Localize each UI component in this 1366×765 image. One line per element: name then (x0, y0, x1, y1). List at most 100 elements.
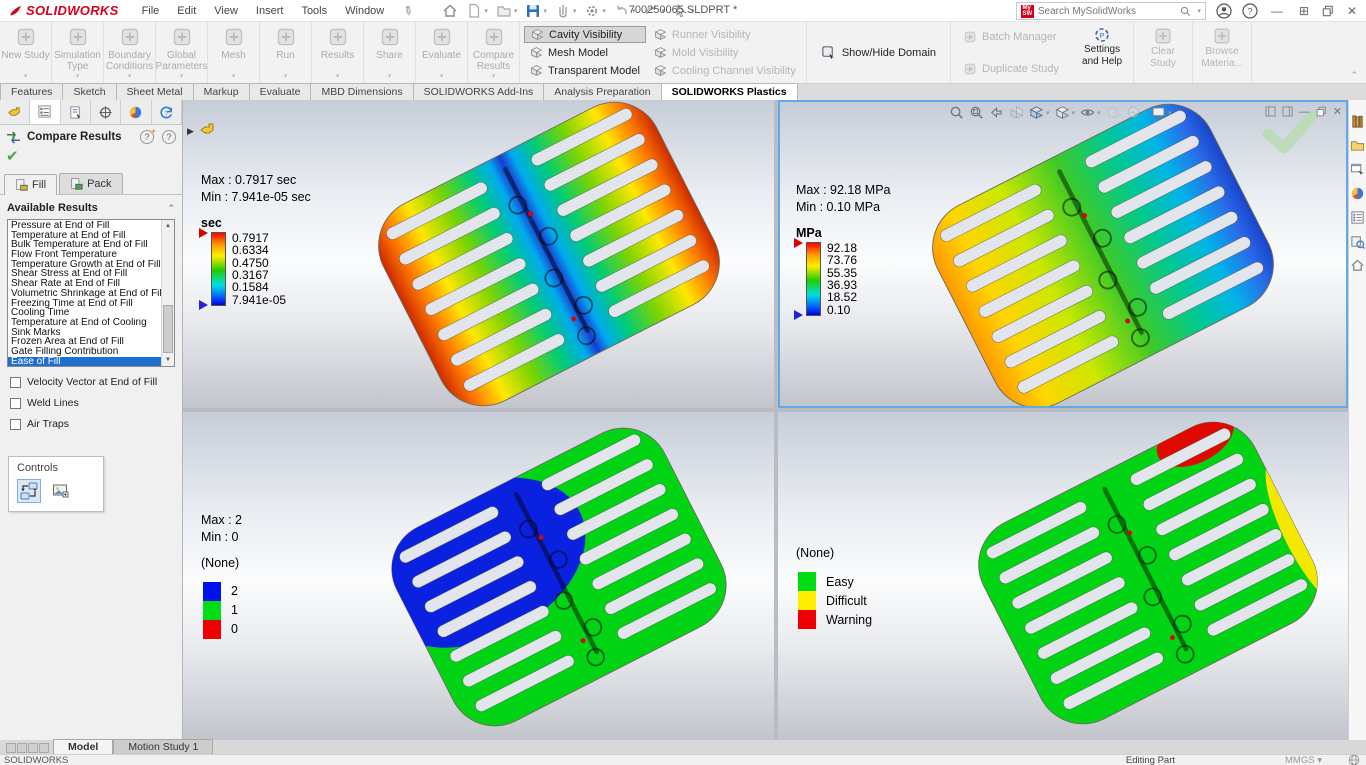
home-tab[interactable] (1350, 258, 1365, 273)
split-button[interactable] (28, 743, 38, 753)
hide-show-items-button[interactable]: ▾ (1079, 104, 1102, 121)
tab-solidworks-add-ins[interactable]: SOLIDWORKS Add-Ins (413, 83, 545, 100)
menu-tools[interactable]: Tools (292, 2, 336, 20)
globe-icon[interactable] (1348, 754, 1360, 765)
list-scrollbar[interactable]: ▲ ▼ (161, 220, 174, 366)
show-hide-domain-button[interactable]: Show/Hide Domain (807, 22, 951, 83)
scroll-down-arrow[interactable]: ▼ (162, 354, 174, 366)
checkbox-box[interactable] (10, 419, 21, 430)
open-document-button[interactable]: ▾ (493, 1, 521, 21)
checkbox-box[interactable] (10, 398, 21, 409)
tab-fill[interactable]: Fill (4, 174, 57, 195)
tab-solidworks-plastics[interactable]: SOLIDWORKS Plastics (661, 83, 798, 100)
menu-file[interactable]: File (133, 2, 169, 20)
result-item[interactable]: Ease of Fill (8, 357, 161, 367)
configurations-tab[interactable] (61, 100, 91, 124)
mesh-model-toggle[interactable]: Mesh Model (524, 44, 646, 61)
appearances-scenes-tab[interactable] (1350, 186, 1365, 201)
tab-analysis-preparation[interactable]: Analysis Preparation (543, 83, 661, 100)
scroll-up-arrow[interactable]: ▲ (162, 220, 174, 232)
result-item[interactable]: Bulk Temperature at End of Fill (8, 240, 161, 250)
previous-view-button[interactable] (988, 104, 1005, 121)
file-explorer-tab[interactable] (1350, 138, 1365, 153)
solidworks-resources-tab[interactable] (1350, 234, 1365, 249)
result-item[interactable]: Shear Stress at End of Fill (8, 269, 161, 279)
custom-properties-tab[interactable] (1350, 210, 1365, 225)
result-item[interactable]: Cooling Time (8, 308, 161, 318)
cavity-visibility-toggle[interactable]: Cavity Visibility (524, 26, 646, 43)
duplicate-study-button[interactable]: Duplicate Study (957, 60, 1065, 77)
new-document-button[interactable]: ▾ (463, 1, 491, 21)
model-fill-time[interactable] (323, 100, 774, 408)
menu-insert[interactable]: Insert (247, 2, 293, 20)
result-item[interactable]: Temperature at End of Fill (8, 231, 161, 241)
dimxpert-tab[interactable] (91, 100, 121, 124)
viewport-restore-icon[interactable] (1316, 106, 1327, 117)
search-input[interactable] (1038, 6, 1176, 17)
checkbox-air-traps[interactable]: Air Traps (0, 413, 182, 434)
view-orientation-button[interactable]: ▾ (1028, 104, 1051, 121)
apply-scene-button[interactable]: ▾ (1125, 104, 1148, 121)
search-options-caret[interactable]: ▾ (1197, 7, 1201, 15)
menu-edit[interactable]: Edit (168, 2, 205, 20)
result-item[interactable]: Volumetric Shrinkage at End of Fill (8, 289, 161, 299)
result-item[interactable]: Gate Filling Contribution (8, 347, 161, 357)
tab-pack[interactable]: Pack (59, 173, 122, 194)
ok-check-button[interactable]: ✔ (0, 147, 182, 169)
checkbox-box[interactable] (10, 377, 21, 388)
result-item[interactable]: Sink Marks (8, 328, 161, 338)
flyout-tree-arrow[interactable]: ▶ (187, 126, 194, 137)
save-button[interactable]: ▾ (522, 1, 550, 21)
collapse-ribbon-chevron[interactable]: ⌃ (1350, 70, 1358, 81)
result-item[interactable]: Freezing Time at End of Fill (8, 299, 161, 309)
mold-visibility-toggle[interactable]: Mold Visibility (648, 44, 802, 61)
viewport-stress[interactable]: ▾▾▾▾▾ — ✕ Max : 92.18 MPaMin : 0.10 MPaM… (778, 100, 1348, 408)
available-results-list[interactable]: Pressure at End of FillTemperature at En… (7, 219, 175, 367)
search-icon[interactable] (1180, 6, 1191, 17)
result-item[interactable]: Flow Front Temperature (8, 250, 161, 260)
cooling-channel-visibility-toggle[interactable]: Cooling Channel Visibility (648, 62, 802, 79)
checkbox-velocity-vector-at-end-of-fill[interactable]: Velocity Vector at End of Fill (0, 371, 182, 392)
scroll-thumb[interactable] (163, 305, 173, 353)
transparent-model-toggle[interactable]: Transparent Model (524, 62, 646, 79)
options-gear-caret[interactable]: ▾ (602, 7, 606, 15)
whats-new-help-button[interactable]: ?✦ (140, 130, 154, 144)
display-style-button[interactable]: ▾ (1054, 104, 1077, 121)
tab-mbd-dimensions[interactable]: MBD Dimensions (310, 83, 413, 100)
split-button[interactable] (6, 743, 16, 753)
available-results-header[interactable]: Available Results ⌃ (0, 195, 182, 217)
menu-view[interactable]: View (205, 2, 247, 20)
property-manager-tab[interactable] (30, 100, 60, 124)
pin-icon[interactable]: ✎ (400, 2, 416, 19)
doc-tab-motion-study-1[interactable]: Motion Study 1 (113, 739, 213, 754)
viewport-close-icon[interactable]: ✕ (1333, 105, 1342, 118)
save-caret[interactable]: ▾ (543, 7, 547, 15)
minimize-button[interactable]: — (1268, 4, 1286, 18)
attachments-caret[interactable]: ▾ (573, 7, 577, 15)
checkbox-weld-lines[interactable]: Weld Lines (0, 392, 182, 413)
plastics-manager-tab[interactable]: ? (152, 100, 182, 124)
browse-materia...-button[interactable]: Browse Materia... (1193, 22, 1252, 83)
split-button[interactable] (39, 743, 49, 753)
clear-study-button[interactable]: Clear Study (1134, 22, 1193, 83)
runner-visibility-toggle[interactable]: Runner Visibility (648, 26, 802, 43)
result-item[interactable]: Temperature at End of Cooling (8, 318, 161, 328)
appearances-tab[interactable] (121, 100, 151, 124)
pane-left-icon[interactable] (1265, 106, 1276, 117)
options-gear-button[interactable]: ▾ (581, 1, 609, 21)
section-view-button[interactable] (1008, 104, 1025, 121)
edit-appearance-button[interactable] (1105, 104, 1122, 121)
viewport-ease-of-fill[interactable]: (None)EasyDifficultWarning (778, 412, 1348, 740)
zoom-fit-button[interactable] (948, 104, 965, 121)
attachments-button[interactable]: ▾ (552, 1, 580, 21)
search-box[interactable]: MySW ▾ (1016, 2, 1206, 20)
doc-tab-model[interactable]: Model (53, 739, 113, 754)
model-ease-of-fill[interactable] (930, 418, 1348, 728)
view-settings-button[interactable]: ▾ (1150, 104, 1173, 121)
tab-markup[interactable]: Markup (193, 83, 250, 100)
new-document-caret[interactable]: ▾ (484, 7, 488, 15)
design-library-tab[interactable] (1350, 114, 1365, 129)
collapse-section-chevron[interactable]: ⌃ (167, 203, 175, 214)
result-item[interactable]: Shear Rate at End of Fill (8, 279, 161, 289)
viewport-minimize-icon[interactable]: — (1299, 106, 1310, 118)
